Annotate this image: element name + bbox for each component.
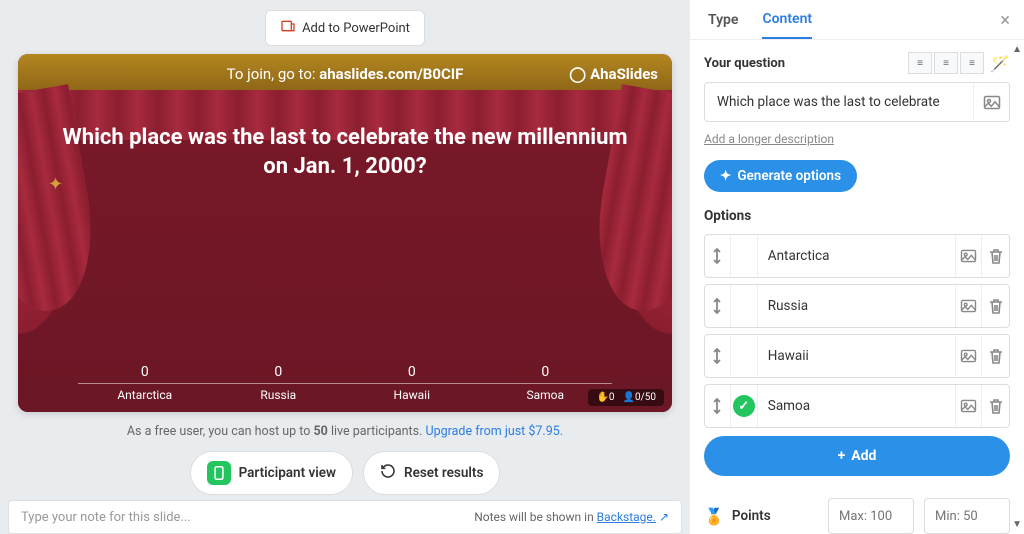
close-panel-button[interactable]: × xyxy=(1000,10,1010,31)
magic-wand-icon[interactable]: 🪄 xyxy=(990,54,1010,73)
drag-handle-icon[interactable] xyxy=(705,235,731,277)
sparkle-icon: ✦ xyxy=(48,174,63,195)
generate-options-button[interactable]: ✦ Generate options xyxy=(704,160,857,192)
add-option-label: Add xyxy=(851,448,876,464)
option-row xyxy=(704,334,1010,378)
add-to-powerpoint-button[interactable]: Add to PowerPoint xyxy=(265,10,425,46)
tab-type[interactable]: Type xyxy=(708,2,738,38)
points-max-input[interactable] xyxy=(828,498,914,534)
text-align-group: ≡ ≡ ≡ xyxy=(908,52,984,74)
generate-options-label: Generate options xyxy=(737,168,841,184)
people-count-icon: 👤0/50 xyxy=(623,392,656,403)
drag-handle-icon[interactable] xyxy=(705,335,731,377)
correct-answer-slot[interactable] xyxy=(731,235,758,277)
slide-question-text: Which place was the last to celebrate th… xyxy=(58,124,632,181)
check-icon: ✓ xyxy=(733,395,755,417)
option-text-input[interactable] xyxy=(758,398,955,414)
plus-icon: + xyxy=(838,448,846,464)
align-right-button[interactable]: ≡ xyxy=(960,52,984,74)
upgrade-link[interactable]: Upgrade from just $7.95. xyxy=(425,424,563,439)
question-image-button[interactable] xyxy=(973,83,1009,121)
option-image-button[interactable] xyxy=(955,235,982,277)
options-heading: Options xyxy=(704,208,1010,224)
correct-answer-slot[interactable] xyxy=(731,285,758,327)
add-option-button[interactable]: + Add xyxy=(704,436,1010,476)
phone-icon xyxy=(207,461,231,485)
option-text-input[interactable] xyxy=(758,248,955,264)
option-text-input[interactable] xyxy=(758,298,955,314)
hand-raised-icon: ✋0 xyxy=(596,392,614,403)
points-min-input[interactable] xyxy=(924,498,1010,534)
align-left-button[interactable]: ≡ xyxy=(908,52,932,74)
option-row xyxy=(704,284,1010,328)
option-delete-button[interactable] xyxy=(982,285,1009,327)
reset-icon xyxy=(380,463,396,483)
your-question-label: Your question xyxy=(704,56,785,71)
drag-handle-icon[interactable] xyxy=(705,285,731,327)
slide-preview: To join, go to: ahaslides.com/B0CIF ◯Aha… xyxy=(18,54,672,412)
align-center-button[interactable]: ≡ xyxy=(934,52,958,74)
scroll-down-arrow[interactable]: ▼ xyxy=(1012,519,1022,530)
host-info-text: As a free user, you can host up to 50 li… xyxy=(18,424,672,439)
option-image-button[interactable] xyxy=(955,335,982,377)
tab-content[interactable]: Content xyxy=(762,1,812,39)
correct-answer-slot[interactable] xyxy=(731,335,758,377)
slide-join-banner: To join, go to: ahaslides.com/B0CIF ◯Aha… xyxy=(18,54,672,94)
option-image-button[interactable] xyxy=(955,285,982,327)
option-text-input[interactable] xyxy=(758,348,955,364)
option-row: ✓ xyxy=(704,384,1010,428)
main-editor-area: Add to PowerPoint To join, go to: ahasli… xyxy=(0,0,690,534)
sparkle-icon: ✦ xyxy=(720,168,731,184)
panel-tabs: Type Content × xyxy=(690,0,1024,40)
scroll-up-arrow[interactable]: ▲ xyxy=(1012,44,1022,55)
note-placeholder: Type your note for this slide... xyxy=(21,510,191,525)
add-to-powerpoint-label: Add to PowerPoint xyxy=(302,21,410,36)
option-delete-button[interactable] xyxy=(982,335,1009,377)
reset-results-label: Reset results xyxy=(404,465,483,481)
participant-view-button[interactable]: Participant view xyxy=(190,451,353,495)
question-input[interactable] xyxy=(705,94,973,110)
drag-handle-icon[interactable] xyxy=(705,385,731,427)
slide-footer-stats: ✋0 👤0/50 xyxy=(588,389,664,406)
participant-view-label: Participant view xyxy=(239,465,336,481)
option-image-button[interactable] xyxy=(955,385,982,427)
correct-answer-slot[interactable]: ✓ xyxy=(731,385,758,427)
settings-panel: Type Content × ▲ Your question ≡ ≡ ≡ 🪄 A… xyxy=(690,0,1024,534)
trophy-icon: 🏅 xyxy=(704,507,724,526)
reset-results-button[interactable]: Reset results xyxy=(363,451,500,495)
option-row xyxy=(704,234,1010,278)
add-description-link[interactable]: Add a longer description xyxy=(704,132,834,146)
option-delete-button[interactable] xyxy=(982,385,1009,427)
backstage-link[interactable]: Backstage. xyxy=(597,510,656,524)
points-label: 🏅 Points xyxy=(704,507,818,526)
option-delete-button[interactable] xyxy=(982,235,1009,277)
result-chart: 0 Antarctica 0 Russia 0 Hawaii 0 Samoa xyxy=(78,352,612,402)
powerpoint-icon xyxy=(280,18,296,38)
external-link-icon: ↗ xyxy=(659,510,669,524)
slide-note-bar[interactable]: Type your note for this slide... Notes w… xyxy=(8,500,682,534)
